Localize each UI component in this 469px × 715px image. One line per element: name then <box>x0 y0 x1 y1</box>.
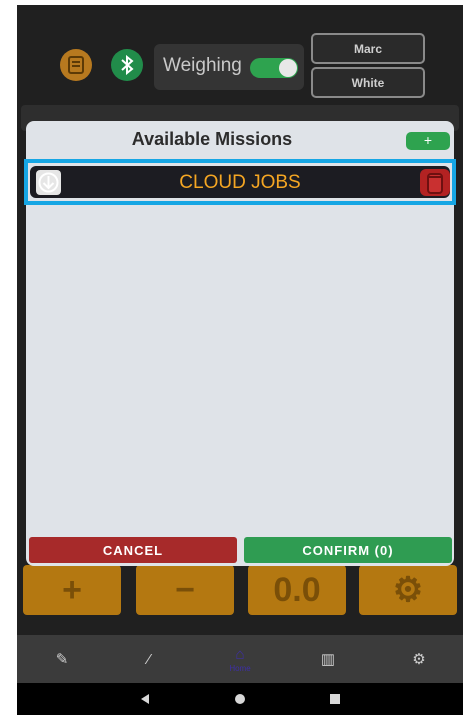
weighing-label: Weighing <box>163 55 242 76</box>
add-mission-button[interactable]: + <box>406 132 450 150</box>
home-circle-icon[interactable] <box>235 694 245 704</box>
nav-settings[interactable]: ⚙ <box>390 635 448 683</box>
gear-icon: ⚙ <box>412 651 426 668</box>
available-missions-dialog: Available Missions + CLOUD JOBS CANCEL C… <box>24 121 456 566</box>
nav-statistics[interactable]: ▥ <box>299 635 357 683</box>
wand-icon: ⁄ <box>147 650 151 668</box>
confirm-button[interactable]: CONFIRM (0) <box>244 537 452 563</box>
dialog-title: Available Missions <box>131 129 293 149</box>
nav-home-label: Home <box>229 663 251 673</box>
weighing-toggle[interactable] <box>250 58 298 78</box>
background-tile: ⚙ <box>359 565 457 615</box>
background-tiles: + − 0.0 ⚙ <box>23 565 457 623</box>
delete-mission-icon[interactable] <box>420 169 450 196</box>
toggle-knob <box>279 59 297 77</box>
user-first-name[interactable]: Marc <box>311 33 425 64</box>
mission-row[interactable]: CLOUD JOBS <box>30 166 450 198</box>
cancel-button[interactable]: CANCEL <box>29 537 237 563</box>
bottom-navbar: ✎ ⁄ ⌂ Home ▥ ⚙ <box>17 635 463 683</box>
background-tile: − <box>136 565 234 615</box>
nav-home[interactable]: ⌂ Home <box>211 635 269 683</box>
background-tile: 0.0 <box>248 565 346 615</box>
weighing-control: Weighing <box>154 44 304 90</box>
home-icon: ⌂ <box>235 645 245 663</box>
pencil-icon: ✎ <box>55 651 69 668</box>
chart-icon: ▥ <box>320 651 336 668</box>
system-navigation-bar <box>17 683 463 715</box>
mission-name: CLOUD JOBS <box>179 172 301 193</box>
background-tile: + <box>23 565 121 615</box>
user-last-name[interactable]: White <box>311 67 425 98</box>
nav-tools[interactable]: ⁄ <box>120 635 178 683</box>
back-icon[interactable] <box>141 694 149 704</box>
recents-icon[interactable] <box>330 694 340 704</box>
app-screen: Weighing Marc White + − 0.0 ⚙ Available … <box>17 5 463 715</box>
bluetooth-icon[interactable] <box>111 49 143 81</box>
notes-icon[interactable] <box>60 49 92 81</box>
nav-edit[interactable]: ✎ <box>33 635 91 683</box>
